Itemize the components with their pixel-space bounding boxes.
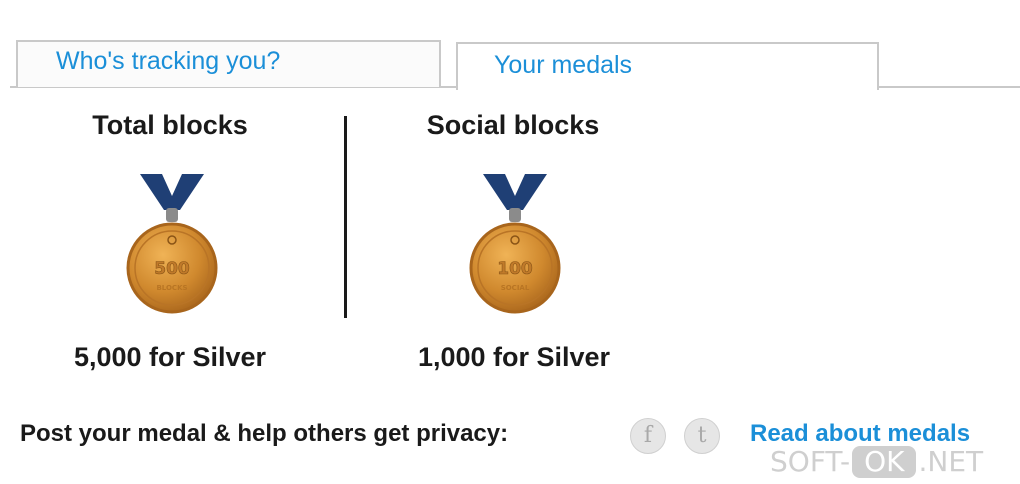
medal-number: 100 [497,259,533,279]
post-medal-prompt: Post your medal & help others get privac… [20,420,509,447]
tab-your-medals[interactable]: Your medals [456,42,879,90]
watermark-logo: SOFT- OK .NET [770,445,984,478]
medal-caption: BLOCKS [156,284,187,292]
social-blocks-title: Social blocks [426,110,600,140]
watermark-box: OK [852,446,917,478]
social-blocks-goal: 1,000 for Silver [417,342,611,372]
twitter-icon[interactable]: t [684,418,720,454]
tab-label: Your medals [494,51,633,79]
facebook-icon[interactable]: f [630,418,666,454]
tab-whos-tracking-you[interactable]: Who's tracking you? [16,40,441,87]
tab-label: Who's tracking you? [56,47,281,75]
total-blocks-goal: 5,000 for Silver [73,342,267,372]
watermark-left: SOFT- [770,445,851,478]
watermark-right: .NET [918,445,984,478]
total-blocks-title: Total blocks [92,110,248,140]
medal-icon: 500 BLOCKS [126,174,218,314]
medal-number: 500 [154,259,190,279]
medal-caption: SOCIAL [501,284,530,292]
column-divider [344,116,347,318]
medal-icon: 100 SOCIAL [469,174,561,314]
read-about-medals-link[interactable]: Read about medals [750,420,970,448]
